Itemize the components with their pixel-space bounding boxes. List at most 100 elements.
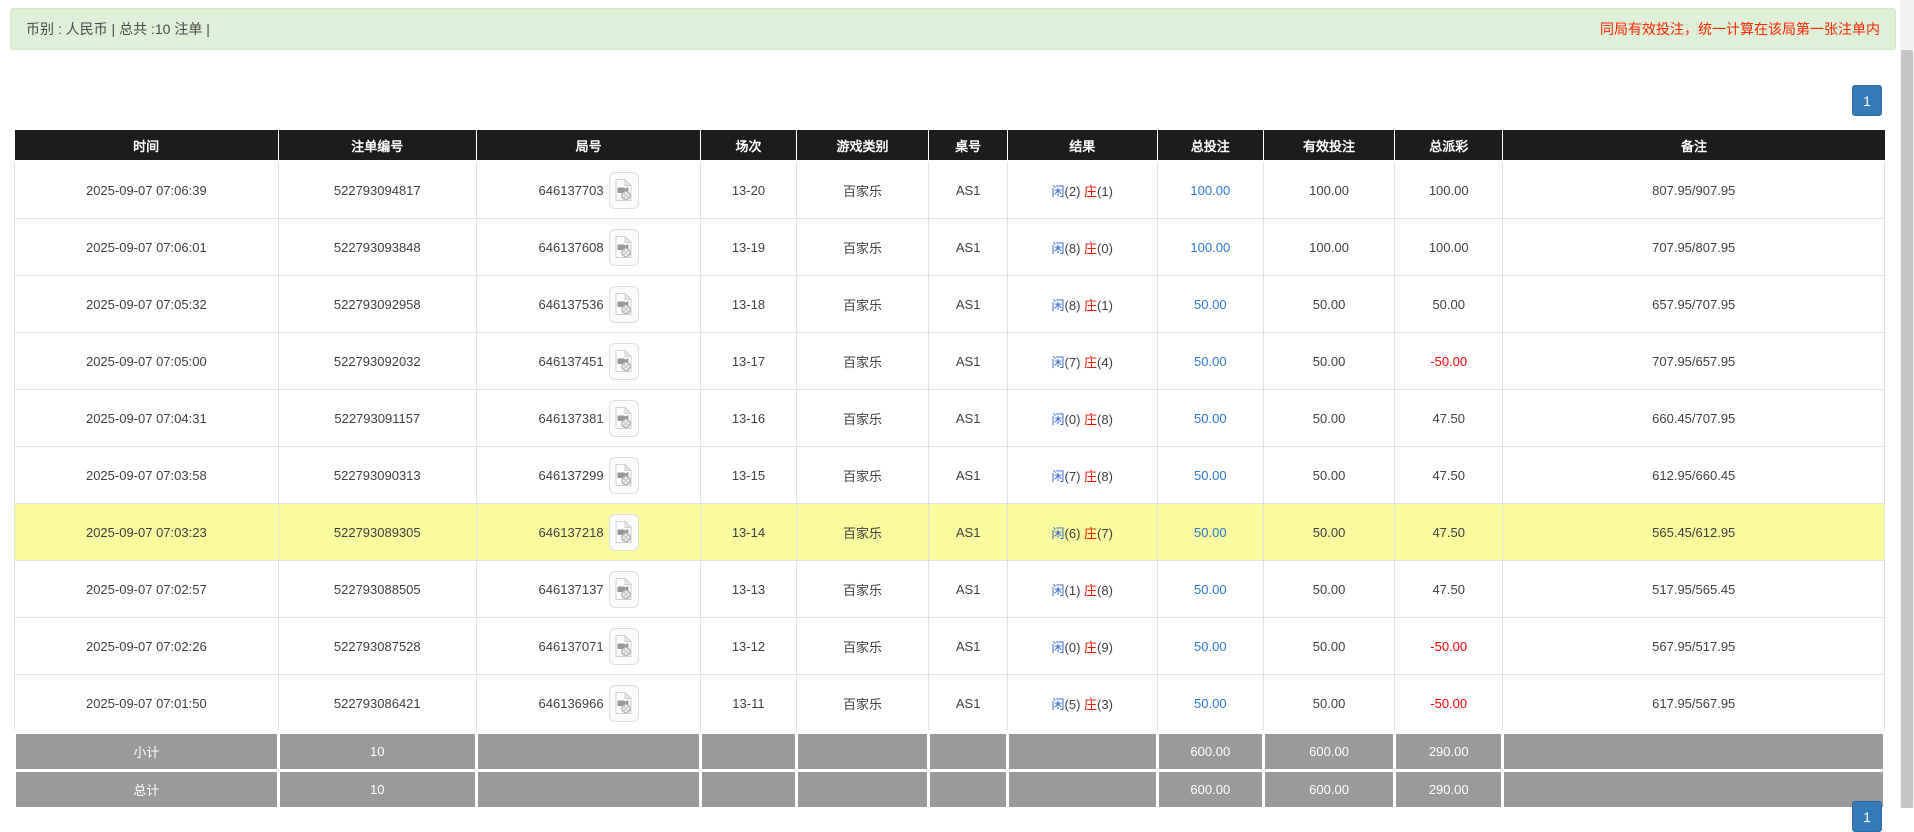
cell-payout: 100.00 — [1393, 218, 1504, 276]
cell-time: 2025-09-07 07:02:57 — [14, 560, 279, 618]
total-bet-link[interactable]: 50.00 — [1194, 639, 1227, 654]
round-number: 646137608 — [538, 239, 604, 255]
result-player-count: (0) — [1064, 639, 1085, 655]
total-bet-link[interactable]: 100.00 — [1190, 240, 1230, 255]
result-player-label: 闲 — [1051, 183, 1065, 199]
cell-valid-bet: 50.00 — [1263, 503, 1395, 561]
cell-round: 646137381 — [475, 389, 702, 447]
round-number: 646137703 — [538, 182, 604, 198]
cell-game-type: 百家乐 — [795, 389, 930, 447]
cell-total-bet: 50.00 — [1156, 674, 1265, 733]
total-bet-link[interactable]: 50.00 — [1194, 468, 1227, 483]
table-row: 2025-09-07 07:04:31 522793091157 6461373… — [14, 389, 1885, 447]
vertical-scrollbar[interactable] — [1900, 0, 1914, 808]
result-player-label: 闲 — [1051, 582, 1065, 598]
total-bet-link[interactable]: 50.00 — [1194, 525, 1227, 540]
result-banker-count: (1) — [1097, 297, 1113, 313]
cell-round: 646137608 — [475, 218, 702, 276]
cell-session: 13-12 — [700, 617, 797, 675]
cell-session: 13-16 — [700, 389, 797, 447]
result-player-count: (8) — [1064, 297, 1085, 313]
subtotal-count: 10 — [276, 731, 478, 772]
video-file-icon — [614, 348, 633, 376]
video-replay-button[interactable] — [608, 342, 639, 380]
cell-result: 闲(0) 庄(8) — [1006, 389, 1158, 447]
cell-table-no: AS1 — [928, 332, 1008, 390]
cell-payout: -50.00 — [1393, 617, 1504, 675]
result-banker-count: (3) — [1097, 696, 1113, 712]
cell-result: 闲(7) 庄(4) — [1006, 332, 1158, 390]
video-replay-button[interactable] — [608, 228, 639, 266]
video-replay-button[interactable] — [608, 285, 639, 323]
cell-valid-bet: 50.00 — [1263, 332, 1395, 390]
video-replay-button[interactable] — [608, 399, 639, 437]
cell-remark: 807.95/907.95 — [1502, 160, 1885, 219]
subtotal-payout: 290.00 — [1392, 731, 1505, 772]
currency-summary-text: 币别 : 人民币 | 总共 :10 注单 | — [26, 21, 210, 37]
header-valid-bet: 有效投注 — [1263, 130, 1395, 162]
video-replay-button[interactable] — [608, 627, 639, 665]
cell-table-no: AS1 — [928, 389, 1008, 447]
cell-remark: 567.95/517.95 — [1502, 617, 1885, 675]
pagination-page-1-bottom[interactable]: 1 — [1852, 801, 1882, 832]
header-session: 场次 — [700, 130, 797, 162]
result-banker-count: (9) — [1097, 639, 1113, 655]
video-replay-button[interactable] — [608, 570, 639, 608]
total-bet-link[interactable]: 50.00 — [1194, 582, 1227, 597]
total-bet-link[interactable]: 100.00 — [1190, 183, 1230, 198]
table-header: 时间 注单编号 局号 场次 游戏类别 桌号 结果 总投注 有效投注 总派彩 备注 — [14, 130, 1885, 162]
video-replay-button[interactable] — [608, 456, 639, 494]
cell-table-no: AS1 — [928, 503, 1008, 561]
table-row: 2025-09-07 07:01:50 522793086421 6461369… — [14, 674, 1885, 733]
total-bet-link[interactable]: 50.00 — [1194, 696, 1227, 711]
result-player-label: 闲 — [1051, 240, 1065, 256]
cell-game-type: 百家乐 — [795, 160, 930, 219]
result-player-label: 闲 — [1051, 696, 1065, 712]
cell-result: 闲(5) 庄(3) — [1006, 674, 1158, 733]
video-replay-button[interactable] — [608, 171, 639, 209]
cell-payout: 47.50 — [1393, 389, 1504, 447]
total-bet-link[interactable]: 50.00 — [1194, 354, 1227, 369]
cell-result: 闲(7) 庄(8) — [1006, 446, 1158, 504]
subtotal-row: 小计 10 600.00 600.00 290.00 — [13, 731, 1886, 772]
header-bet-id: 注单编号 — [278, 130, 477, 162]
cell-round: 646137703 — [475, 160, 702, 219]
cell-valid-bet: 50.00 — [1263, 617, 1395, 675]
cell-valid-bet: 50.00 — [1263, 674, 1395, 733]
cell-bet-id: 522793090313 — [277, 446, 477, 504]
table-body: 2025-09-07 07:06:39 522793094817 6461377… — [14, 160, 1885, 733]
header-round: 局号 — [476, 130, 702, 162]
cell-payout: 50.00 — [1393, 275, 1504, 333]
total-bet-link[interactable]: 50.00 — [1194, 411, 1227, 426]
round-number: 646137536 — [538, 296, 604, 312]
total-valid-bet: 600.00 — [1262, 769, 1396, 810]
cell-session: 13-18 — [700, 275, 797, 333]
cell-table-no: AS1 — [928, 446, 1008, 504]
total-bet-link[interactable]: 50.00 — [1194, 297, 1227, 312]
cell-total-bet: 50.00 — [1156, 446, 1265, 504]
cell-remark: 565.45/612.95 — [1502, 503, 1885, 561]
result-player-label: 闲 — [1051, 411, 1065, 427]
pagination-page-1-top[interactable]: 1 — [1852, 85, 1882, 116]
subtotal-valid-bet: 600.00 — [1262, 731, 1396, 772]
video-replay-button[interactable] — [608, 684, 639, 722]
cell-bet-id: 522793092032 — [277, 332, 477, 390]
cell-game-type: 百家乐 — [795, 560, 930, 618]
cell-bet-id: 522793093848 — [277, 218, 477, 276]
video-file-icon — [614, 633, 633, 661]
result-banker-count: (1) — [1097, 183, 1113, 199]
table-row: 2025-09-07 07:02:26 522793087528 6461370… — [14, 617, 1885, 675]
cell-valid-bet: 50.00 — [1263, 446, 1395, 504]
cell-total-bet: 50.00 — [1156, 503, 1265, 561]
cell-table-no: AS1 — [928, 617, 1008, 675]
video-replay-button[interactable] — [608, 513, 639, 551]
cell-time: 2025-09-07 07:03:23 — [14, 503, 279, 561]
scrollbar-thumb[interactable] — [1901, 50, 1913, 808]
result-player-count: (6) — [1064, 525, 1085, 541]
cell-session: 13-20 — [700, 160, 797, 219]
cell-remark: 517.95/565.45 — [1502, 560, 1885, 618]
cell-total-bet: 100.00 — [1156, 218, 1265, 276]
cell-remark: 707.95/807.95 — [1502, 218, 1885, 276]
cell-payout: 47.50 — [1393, 503, 1504, 561]
cell-total-bet: 50.00 — [1156, 332, 1265, 390]
